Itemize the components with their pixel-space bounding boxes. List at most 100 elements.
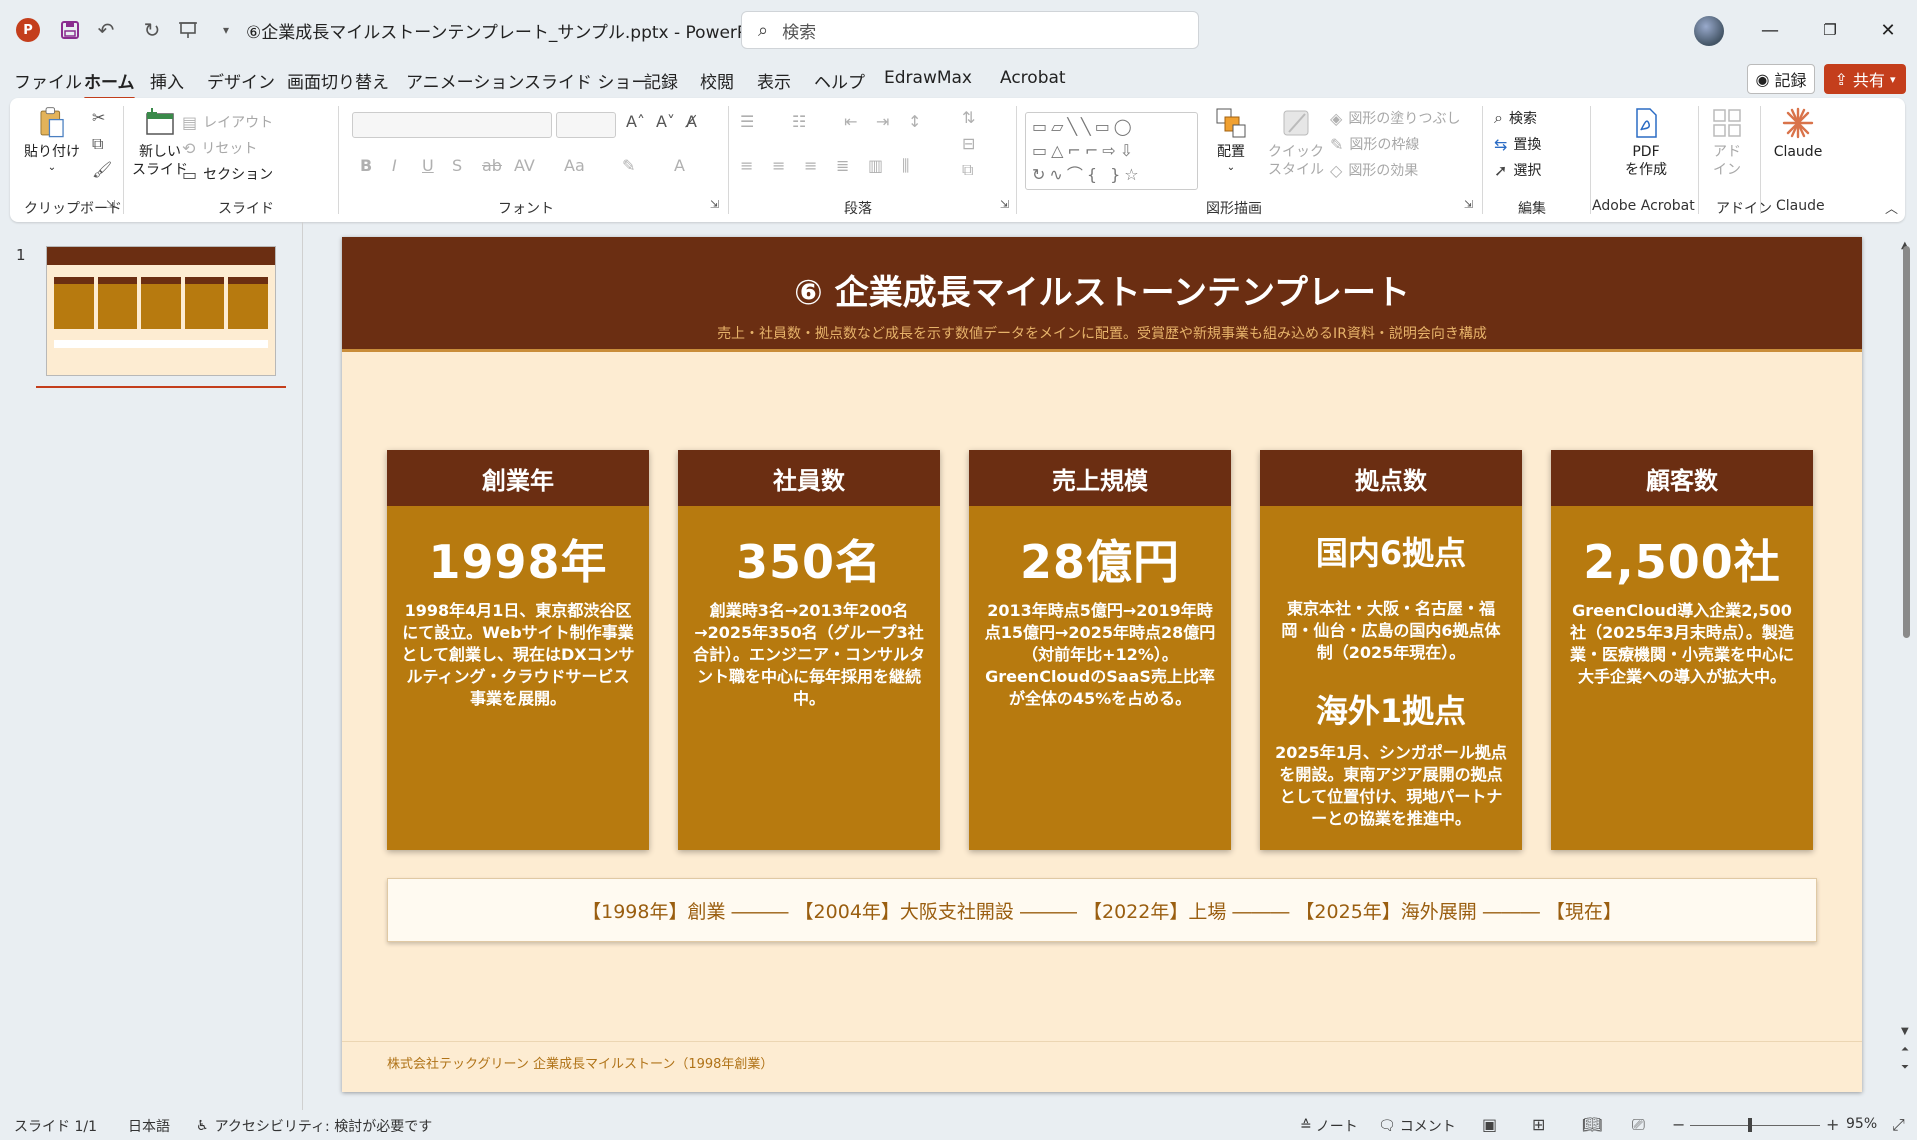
reading-view-icon[interactable]: 📖︎ bbox=[1582, 1115, 1602, 1134]
dialog-launcher-icon[interactable]: ⇲ bbox=[710, 198, 719, 211]
align-right-icon[interactable]: ≡ bbox=[804, 156, 817, 175]
tab-transitions[interactable]: 画面切り替え bbox=[287, 68, 389, 93]
char-spacing-icon[interactable]: AV bbox=[514, 156, 535, 175]
clear-format-icon[interactable]: A̸ bbox=[686, 112, 697, 131]
milestone-card-founded[interactable]: 創業年 1998年 1998年4月1日、東京都渋谷区にて設立。Webサイト制作事… bbox=[387, 450, 649, 850]
slide-subtitle[interactable]: 売上・社員数・拠点数など成長を示す数値データをメインに配置。受賞歴や新規事業も組… bbox=[342, 323, 1862, 343]
tab-review[interactable]: 校閲 bbox=[700, 68, 734, 93]
next-slide-icon[interactable]: ⏷ bbox=[1901, 1062, 1909, 1073]
arrange-button[interactable]: 配置 ⌄ bbox=[1202, 106, 1260, 174]
tab-edrawmax[interactable]: EdrawMax bbox=[884, 68, 972, 88]
increase-indent-icon[interactable]: ⇥ bbox=[876, 112, 889, 131]
strikethrough-icon[interactable]: ab bbox=[482, 156, 502, 175]
shadow-icon[interactable]: S bbox=[452, 156, 462, 175]
dialog-launcher-icon[interactable]: ⇲ bbox=[1000, 198, 1009, 211]
undo-icon[interactable]: ↶ bbox=[92, 16, 120, 44]
slide-canvas[interactable]: ⑥ 企業成長マイルストーンテンプレート 売上・社員数・拠点数など成長を示す数値デ… bbox=[342, 237, 1862, 1092]
line-spacing-icon[interactable]: ↕ bbox=[908, 112, 921, 131]
tab-help[interactable]: ヘルプ bbox=[814, 68, 865, 93]
italic-icon[interactable]: I bbox=[392, 156, 397, 175]
claude-button[interactable]: Claude bbox=[1768, 106, 1828, 162]
decrease-font-icon[interactable]: A˅ bbox=[656, 112, 675, 131]
dialog-launcher-icon[interactable]: ⇲ bbox=[1464, 198, 1473, 211]
copy-icon[interactable]: ⧉ bbox=[92, 134, 103, 154]
font-family-select[interactable] bbox=[352, 112, 552, 138]
scroll-down-icon[interactable]: ▼ bbox=[1901, 1026, 1909, 1037]
numbering-icon[interactable]: ☷ bbox=[792, 112, 806, 131]
tab-record[interactable]: 記録 bbox=[644, 68, 678, 93]
zoom-slider-thumb[interactable] bbox=[1748, 1118, 1752, 1132]
normal-view-icon[interactable]: ▣ bbox=[1482, 1115, 1497, 1134]
zoom-level[interactable]: 95% bbox=[1846, 1116, 1877, 1132]
slide-sorter-icon[interactable]: ⊞ bbox=[1532, 1115, 1545, 1134]
close-icon[interactable]: ✕ bbox=[1865, 12, 1911, 48]
slide-title[interactable]: ⑥ 企業成長マイルストーンテンプレート bbox=[342, 265, 1862, 314]
smartart-icon[interactable]: ⧉ bbox=[962, 160, 973, 180]
comments-button[interactable]: 🗨︎ コメント bbox=[1378, 1116, 1456, 1136]
avatar[interactable] bbox=[1694, 16, 1724, 46]
bullets-icon[interactable]: ☰ bbox=[740, 112, 754, 131]
accessibility-status[interactable]: ♿︎ アクセシビリティ: 検討が必要です bbox=[196, 1116, 432, 1136]
milestone-card-employees[interactable]: 社員数 350名 創業時3名→2013年200名→2025年350名（グループ3… bbox=[678, 450, 940, 850]
tab-design[interactable]: デザイン bbox=[207, 68, 275, 93]
tab-file[interactable]: ファイル bbox=[14, 68, 82, 93]
format-painter-icon[interactable]: 🖌︎ bbox=[92, 160, 112, 179]
zoom-out-icon[interactable]: − bbox=[1672, 1115, 1685, 1134]
fit-slide-icon[interactable]: ⤢ bbox=[1892, 1115, 1905, 1135]
font-size-select[interactable] bbox=[556, 112, 616, 138]
zoom-in-icon[interactable]: + bbox=[1826, 1115, 1839, 1134]
tab-insert[interactable]: 挿入 bbox=[150, 68, 184, 93]
quick-style-button[interactable]: クイック スタイル bbox=[1264, 106, 1328, 179]
text-direction-icon[interactable]: ⇅ bbox=[962, 108, 975, 127]
save-icon[interactable] bbox=[56, 16, 84, 44]
vertical-scrollbar[interactable] bbox=[1900, 240, 1912, 1085]
create-pdf-button[interactable]: PDF を作成 bbox=[1606, 106, 1686, 179]
decrease-indent-icon[interactable]: ⇤ bbox=[844, 112, 857, 131]
milestone-card-revenue[interactable]: 売上規模 28億円 2013年時点5億円→2019年時点15億円→2025年時点… bbox=[969, 450, 1231, 850]
bold-icon[interactable]: B bbox=[360, 156, 372, 175]
justify-icon[interactable]: ≣ bbox=[836, 156, 849, 175]
change-case-icon[interactable]: Aa bbox=[564, 156, 585, 175]
redo-icon[interactable]: ↻ bbox=[138, 16, 166, 44]
tab-slideshow[interactable]: スライド ショー bbox=[524, 68, 648, 93]
slideshow-view-icon[interactable]: ⎚ bbox=[1632, 1115, 1645, 1135]
select-button[interactable]: ➚ 選択 bbox=[1494, 160, 1541, 180]
record-button[interactable]: ◉ 記録 bbox=[1747, 64, 1815, 94]
slide-footer[interactable]: 株式会社テックグリーン 企業成長マイルストーン（1998年創業） bbox=[387, 1053, 773, 1072]
columns-icon[interactable]: ⫼ bbox=[902, 156, 909, 176]
paste-button[interactable]: 貼り付け ⌄ bbox=[22, 106, 82, 174]
shape-outline-button[interactable]: ✎ 図形の枠線 bbox=[1330, 134, 1419, 154]
align-center-icon[interactable]: ≡ bbox=[772, 156, 785, 175]
distribute-icon[interactable]: ▥ bbox=[868, 156, 883, 175]
tab-acrobat[interactable]: Acrobat bbox=[1000, 68, 1066, 88]
minimize-icon[interactable]: — bbox=[1747, 12, 1793, 48]
zoom-slider[interactable] bbox=[1690, 1125, 1820, 1126]
customize-toolbar-icon[interactable]: ▾ bbox=[212, 16, 240, 44]
maximize-icon[interactable]: ❐ bbox=[1807, 12, 1853, 48]
search-input[interactable]: ⌕ 検索 bbox=[741, 11, 1199, 49]
previous-slide-icon[interactable]: ⏶ bbox=[1901, 1044, 1909, 1055]
underline-icon[interactable]: U bbox=[422, 156, 434, 175]
milestone-card-locations[interactable]: 拠点数 国内6拠点 東京本社・大阪・名古屋・福岡・仙台・広島の国内6拠点体制（2… bbox=[1260, 450, 1522, 850]
align-text-icon[interactable]: ⊟ bbox=[962, 134, 975, 153]
notes-button[interactable]: ≙ ノート bbox=[1300, 1116, 1358, 1136]
align-left-icon[interactable]: ≡ bbox=[740, 156, 753, 175]
shape-fill-button[interactable]: ◈ 図形の塗りつぶし bbox=[1330, 108, 1460, 128]
collapse-ribbon-icon[interactable]: ︿ bbox=[1885, 198, 1898, 217]
milestone-card-customers[interactable]: 顧客数 2,500社 GreenCloud導入企業2,500社（2025年3月末… bbox=[1551, 450, 1813, 850]
layout-button[interactable]: ▤ レイアウト bbox=[182, 112, 273, 132]
section-button[interactable]: ▭ セクション bbox=[182, 164, 273, 184]
highlight-icon[interactable]: ✎ bbox=[622, 156, 635, 175]
slide-thumbnail[interactable] bbox=[46, 246, 276, 376]
tab-home[interactable]: ホーム bbox=[84, 68, 135, 100]
milestone-timeline[interactable]: 【1998年】創業 ――― 【2004年】大阪支社開設 ――― 【2022年】上… bbox=[387, 878, 1817, 942]
cut-icon[interactable]: ✂ bbox=[92, 108, 105, 127]
tab-animations[interactable]: アニメーション bbox=[406, 68, 524, 93]
addins-button[interactable]: アド イン bbox=[1700, 106, 1754, 179]
shape-effects-button[interactable]: ◇ 図形の効果 bbox=[1330, 160, 1418, 180]
share-button[interactable]: ⇪ 共有 ▾ bbox=[1824, 64, 1906, 94]
reset-button[interactable]: ⟲ リセット bbox=[182, 138, 257, 158]
scrollbar-thumb[interactable] bbox=[1903, 246, 1910, 638]
present-icon[interactable] bbox=[174, 16, 202, 44]
pane-splitter[interactable] bbox=[302, 222, 303, 1110]
